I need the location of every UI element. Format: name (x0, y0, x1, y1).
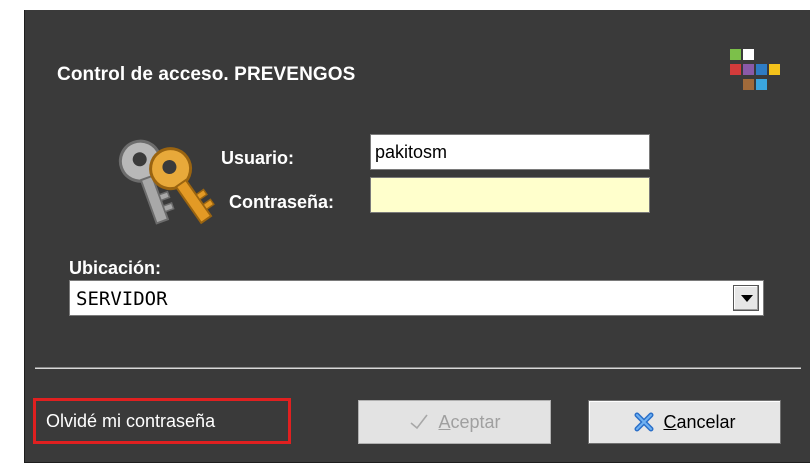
divider (35, 367, 801, 369)
password-label: Contraseña: (229, 192, 335, 212)
checkmark-icon (408, 411, 430, 433)
accept-label: Aceptar (438, 411, 501, 432)
location-selected-value: SERVIDOR (76, 288, 168, 310)
location-select[interactable]: SERVIDOR (69, 280, 764, 316)
prevengos-logo (730, 49, 780, 90)
dialog-title: Control de acceso. PREVENGOS (57, 64, 356, 85)
accept-button[interactable]: Aceptar (358, 400, 551, 444)
window-frame-top (0, 0, 810, 10)
user-input[interactable] (370, 134, 650, 170)
close-icon (633, 411, 655, 433)
cancel-label: Cancelar (663, 411, 736, 432)
chevron-down-icon[interactable] (733, 285, 759, 311)
forgot-password-link[interactable]: Olvidé mi contraseña (33, 398, 291, 444)
location-label: Ubicación: (69, 258, 162, 278)
login-dialog: Control de acceso. PREVENGOS Usuario: Co… (24, 10, 810, 463)
password-input[interactable] (370, 177, 650, 213)
keys-icon (118, 139, 215, 225)
cancel-button[interactable]: Cancelar (588, 400, 781, 444)
forgot-password-label: Olvidé mi contraseña (46, 410, 216, 431)
user-label: Usuario: (221, 148, 295, 168)
